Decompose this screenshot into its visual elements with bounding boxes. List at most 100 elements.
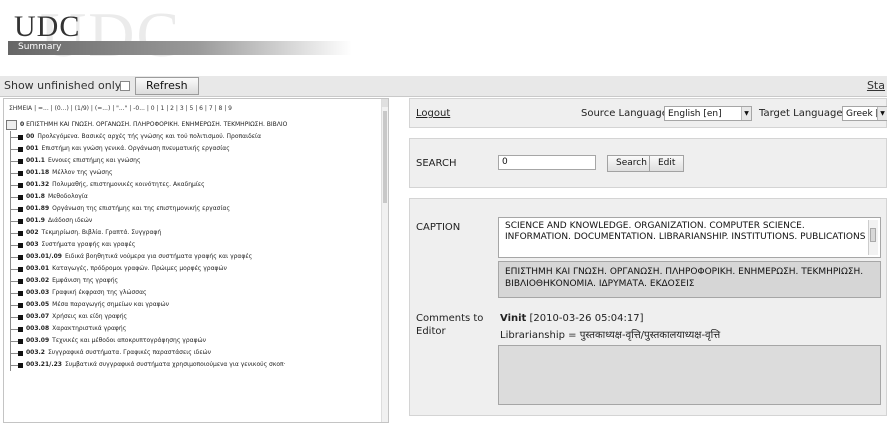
tree-node[interactable]: 001.9 Διάδοση ιδεών [6, 215, 384, 227]
tree-node-code: 001.8 [26, 193, 45, 200]
comment-text: Librarianship = पुस्तकाध्यक्ष-वृत्ति/पुस… [500, 330, 721, 341]
tree-node[interactable]: 002 Τεκμηρίωση. Βιβλία. Γραπτά. Συγγραφή [6, 227, 384, 239]
tree-node-text: Επιστήμη και γνώση γενικά. Οργάνωση πνευ… [41, 145, 230, 152]
leaf-node-icon [18, 147, 23, 152]
target-language-select[interactable]: Greek [el] ▼ [842, 106, 887, 121]
translation-editor: Logout Source Language English [en] ▼ Ta… [409, 98, 887, 421]
tree-node-code: 001.32 [26, 181, 50, 188]
tree-node-text: Εμφάνιση της γραφής [52, 277, 119, 284]
alpha-index-link[interactable]: -0... [133, 105, 145, 112]
leaf-node-icon [18, 159, 23, 164]
alpha-index-link[interactable]: (=...) [95, 105, 110, 112]
source-language-select[interactable]: English [en] ▼ [664, 106, 752, 121]
alpha-index-link[interactable]: =... [38, 105, 49, 112]
tree-node[interactable]: 00 Προλεγόμενα. Βασικές αρχές τής γνώσης … [6, 131, 384, 143]
tree-connector [10, 173, 18, 174]
comment-input[interactable] [498, 345, 881, 405]
leaf-node-icon [18, 339, 23, 344]
tree-node-text: Συμβατικά συγγραφικά συστήματα χρησιμοπο… [64, 361, 286, 368]
caption-translation-text[interactable]: ΕΠΙΣΤΗΜΗ ΚΑΙ ΓΝΩΣΗ. ΟΡΓΑΝΩΣΗ. ΠΛΗΡΟΦΟΡΙΚ… [498, 261, 881, 298]
leaf-node-icon [18, 279, 23, 284]
tree-node[interactable]: 001.32 Πολυμαθής, επιστημονικές κοινότητε… [6, 179, 384, 191]
tree-node[interactable]: 003.01/.09 Ειδικά βοηθητικά νούμερα για σ… [6, 251, 384, 263]
tree-node-label: 003.02 Εμφάνιση της γραφής [26, 277, 118, 284]
tree-node[interactable]: 001.89 Οργάνωση της επιστήμης και της επι… [6, 203, 384, 215]
leaf-node-icon [18, 135, 23, 140]
alpha-index-link[interactable]: "..." [116, 105, 127, 112]
tree-node[interactable]: 003 Συστήματα γραφής και γραφές [6, 239, 384, 251]
caption-scrollbar[interactable] [868, 220, 878, 255]
show-unfinished-checkbox[interactable] [120, 81, 130, 91]
tree-node-code: 003.01 [26, 265, 50, 272]
tree-connector [10, 257, 18, 258]
search-input[interactable]: 0 [498, 155, 596, 170]
tree-node[interactable]: 001.18 Μέλλον της γνώσης [6, 167, 384, 179]
tree-node[interactable]: 003.21/.23 Συμβατικά συγγραφικά συστήματα… [6, 359, 384, 371]
show-unfinished-label: Show unfinished only [4, 79, 122, 92]
leaf-node-icon [18, 327, 23, 332]
scrollbar-thumb[interactable] [870, 228, 876, 242]
scrollbar-thumb[interactable] [383, 111, 387, 203]
stats-link[interactable]: Sta [867, 79, 885, 92]
leaf-node-icon [18, 207, 23, 212]
tree-node-code: 003.08 [26, 325, 50, 332]
tree-node-label: 003.09 Τεχνικές και μέθοδοι αποκρυπτογράφ… [26, 337, 206, 344]
tree-node[interactable]: 003.2 Συγγραφικά συστήματα. Γραφικές παρα… [6, 347, 384, 359]
alpha-index-link[interactable]: (0...) [55, 105, 69, 112]
tree-scrollbar[interactable] [381, 99, 388, 422]
caption-source-text[interactable]: SCIENCE AND KNOWLEDGE. ORGANIZATION. COM… [498, 217, 881, 258]
edit-button[interactable]: Edit [649, 155, 685, 172]
chevron-down-icon[interactable]: ▼ [741, 107, 751, 120]
tree-node-code: 001.18 [26, 169, 50, 176]
tree-node-label: 00 Προλεγόμενα. Βασικές αρχές τής γνώσης … [26, 133, 261, 140]
logo-title: UDC [14, 10, 81, 43]
alpha-index-link[interactable]: 9 [228, 105, 232, 112]
tree-node-label: 003.03 Γραφική έκφραση της γλώσσας [26, 289, 147, 296]
logout-link[interactable]: Logout [416, 108, 450, 119]
refresh-button[interactable]: Refresh [135, 77, 199, 95]
tree-node[interactable]: 003.02 Εμφάνιση της γραφής [6, 275, 384, 287]
tree-node[interactable]: 003.07 Χρήσεις και είδη γραφής [6, 311, 384, 323]
tree-connector [10, 293, 18, 294]
tree-node-text: Συστήματα γραφής και γραφές [41, 241, 136, 248]
tree-node-label: 003 Συστήματα γραφής και γραφές [26, 241, 135, 248]
tree-connector [10, 305, 18, 306]
tree-node-text: Πολυμαθής, επιστημονικές κοινότητες. Ακα… [52, 181, 205, 188]
tree-node[interactable]: 001.1 Εννοιες επιστήμης και γνώσης [6, 155, 384, 167]
tree-node-label: 001.1 Εννοιες επιστήμης και γνώσης [26, 157, 141, 164]
tree-connector [10, 341, 18, 342]
tree-node-text: Καταγωγές, πρόδρομοι γραφών. Πρώιμες μορ… [52, 265, 227, 272]
tree-node-text: Συγγραφικά συστήματα. Γραφικές παραστάσε… [47, 349, 211, 356]
tree-node[interactable]: 003.01 Καταγωγές, πρόδρομοι γραφών. Πρώιμ… [6, 263, 384, 275]
tree-node[interactable]: 003.09 Τεχνικές και μέθοδοι αποκρυπτογράφ… [6, 335, 384, 347]
tree-connector [10, 281, 18, 282]
folder-open-icon[interactable] [6, 120, 17, 130]
alpha-index-link[interactable]: (1/9) [75, 105, 89, 112]
tree-node-code: 003.05 [26, 301, 50, 308]
scroll-up-arrow-icon[interactable] [382, 99, 388, 107]
tree-node-label: 001.32 Πολυμαθής, επιστημονικές κοινότητε… [26, 181, 205, 188]
tree-connector [10, 233, 18, 234]
tree-node-label: 001.9 Διάδοση ιδεών [26, 217, 92, 224]
search-label: SEARCH [416, 158, 457, 169]
tree-connector [10, 221, 18, 222]
search-section: SEARCH 0 Search Edit [409, 138, 887, 188]
tree-node[interactable]: 001.8 Μεθοδολογία [6, 191, 384, 203]
tree-node-code: 003.01/.09 [26, 253, 62, 260]
comments-label: Comments to Editor [416, 313, 484, 337]
tree-node[interactable]: 001 Επιστήμη και γνώση γενικά. Οργάνωση π… [6, 143, 384, 155]
tree-node[interactable]: 003.08 Χαρακτηριστικά γραφής [6, 323, 384, 335]
tree-node[interactable]: 003.05 Μέσα παραγωγής σημείων και γραφών [6, 299, 384, 311]
leaf-node-icon [18, 363, 23, 368]
tree-root-node[interactable]: 0 ΕΠΙΣΤΗΜΗ ΚΑΙ ΓΝΩΣΗ. ΟΡΓΑΝΩΣΗ. ΠΛΗΡΟΦΟΡ… [6, 119, 384, 131]
tree-node[interactable]: 003.03 Γραφική έκφραση της γλώσσας [6, 287, 384, 299]
alpha-index-link[interactable]: ΣΗΜΕΙΑ [9, 105, 32, 112]
leaf-node-icon [18, 291, 23, 296]
leaf-node-icon [18, 303, 23, 308]
tree-connector [10, 365, 18, 366]
tree-node-label: 003.21/.23 Συμβατικά συγγραφικά συστήματα… [26, 361, 286, 368]
chevron-down-icon[interactable]: ▼ [877, 107, 887, 120]
logo-banner: Summary [8, 41, 352, 55]
alpha-index-bar: ΣΗΜΕΙΑ | =... | (0...) | (1/9) | (=...) … [9, 105, 232, 112]
tree-node-text: Οργάνωση της επιστήμης και της επιστημον… [52, 205, 230, 212]
